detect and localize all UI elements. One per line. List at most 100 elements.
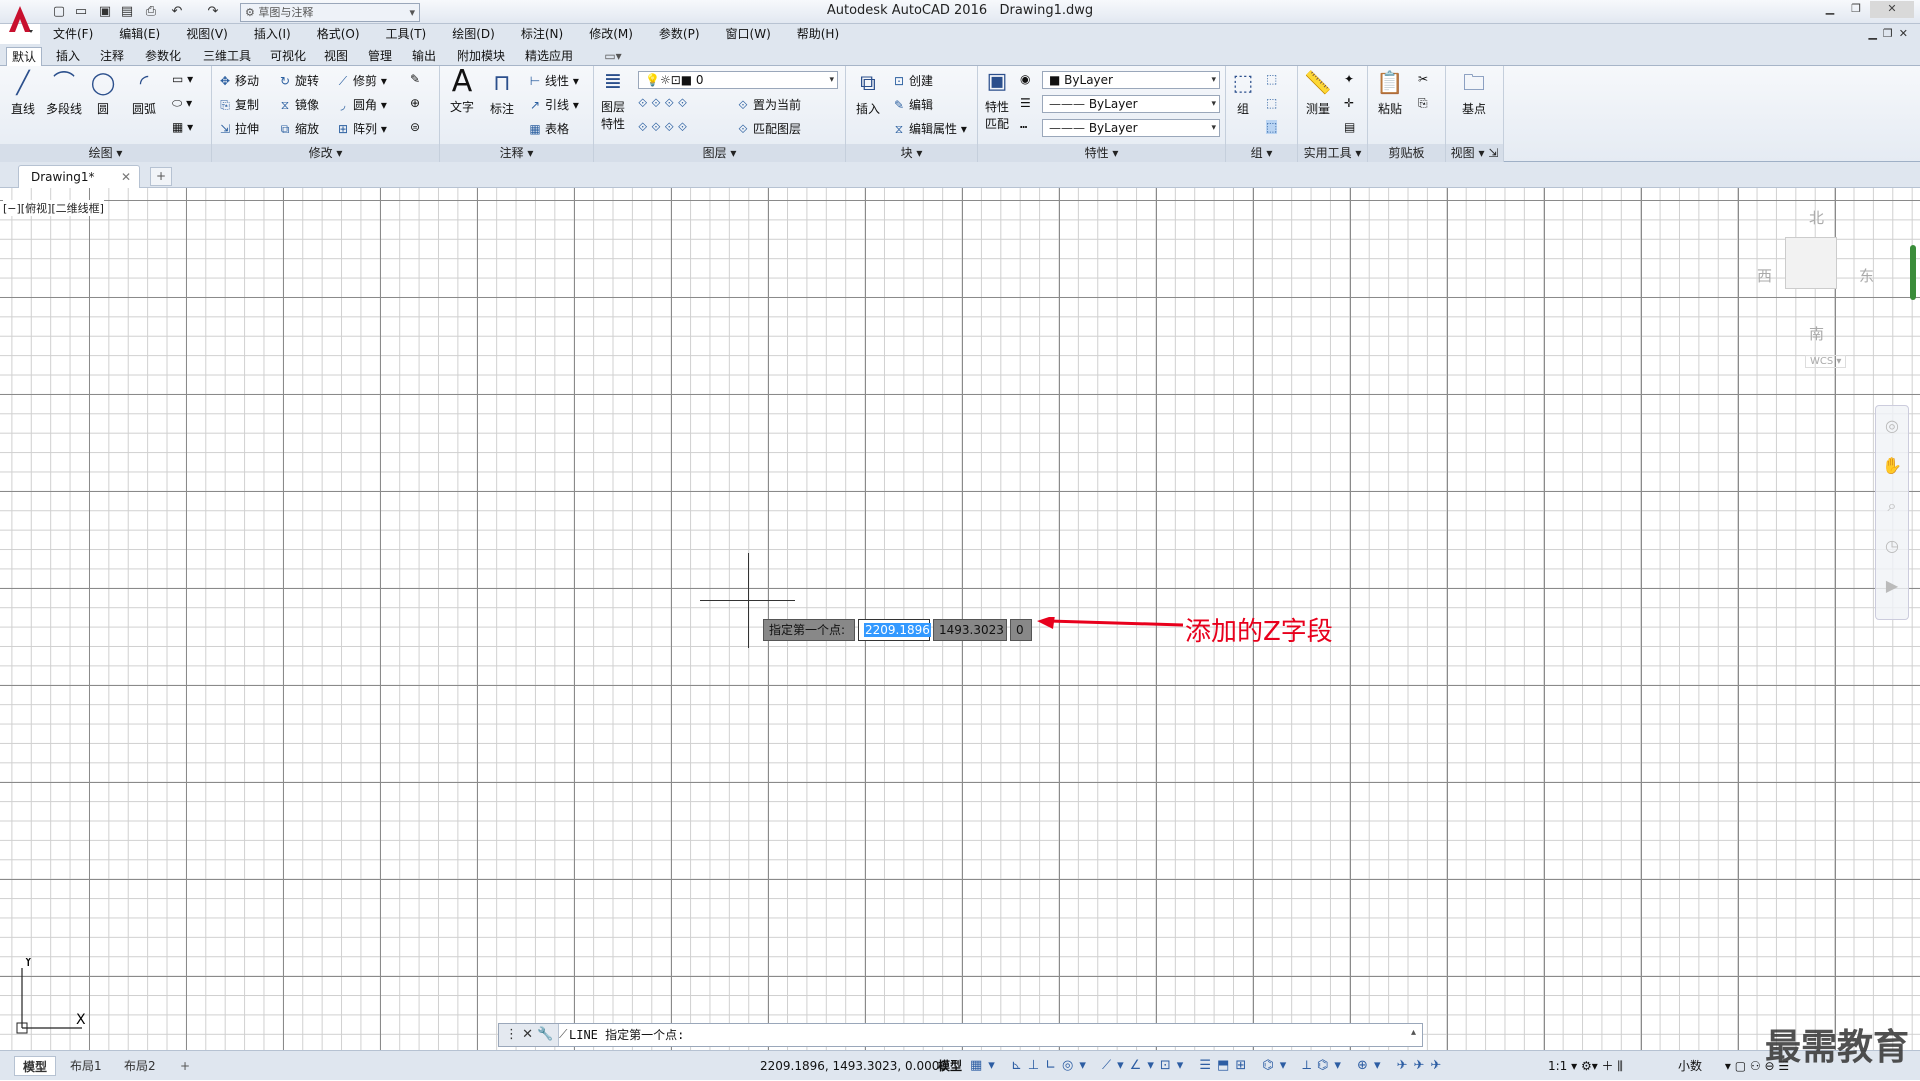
mirror-button[interactable]: ⧖ 镜像 [278, 96, 319, 113]
navigation-bar[interactable]: ◎ ✋ ⌕ ◷ ▶ [1875, 405, 1909, 620]
color-dropdown[interactable]: ■ ByLayer ▾ [1042, 71, 1220, 89]
menu-tools[interactable]: 工具(T) [373, 24, 440, 44]
tab-manage[interactable]: 管理 [362, 47, 398, 66]
menu-parametric[interactable]: 参数(P) [646, 24, 713, 44]
close-icon[interactable]: ✕ [522, 1027, 533, 1042]
viewport-controls-label[interactable]: [−][俯视][二维线框] [3, 200, 104, 216]
leader-button[interactable]: ↗ 引线 ▾ [528, 96, 579, 113]
edit-block-button[interactable]: ✎ 编辑 [892, 96, 933, 113]
panel-title-block[interactable]: 块 ▾ [846, 144, 977, 162]
panel-title-draw[interactable]: 绘图 ▾ [0, 144, 211, 162]
table-button[interactable]: ▦ 表格 [528, 120, 569, 137]
vertical-scroll-thumb[interactable] [1910, 245, 1916, 300]
layer-tools-row1[interactable]: ⟐ ⟐ ⟐ ⟐ [638, 96, 687, 111]
menu-help[interactable]: 帮助(H) [784, 24, 852, 44]
close-icon[interactable]: ✕ [121, 166, 131, 188]
dimension-button[interactable]: ⊓ 标注 [484, 70, 520, 117]
annotation-scale[interactable]: 1:1 ▾ ⚙▾ ＋ ⫼ [1548, 1051, 1623, 1081]
tab-view[interactable]: 视图 [318, 47, 354, 66]
command-line[interactable]: ⋮ ✕ 🔧 ⟋ LINE 指定第一个点: ▴ [498, 1023, 1423, 1047]
calculator-icon[interactable]: ▤ [1344, 120, 1355, 134]
tab-visualize[interactable]: 可视化 [264, 47, 312, 66]
tab-layout2[interactable]: 布局2 [116, 1056, 164, 1076]
layer-dropdown[interactable]: 💡☼⊡■ 0 ▾ [638, 71, 838, 89]
viewcube-north[interactable]: 北 [1809, 207, 1824, 228]
tab-output[interactable]: 输出 [406, 47, 442, 66]
tab-model[interactable]: 模型 [14, 1056, 57, 1076]
panel-title-annotation[interactable]: 注释 ▾ [440, 144, 593, 162]
menu-draw[interactable]: 绘图(D) [439, 24, 508, 44]
tab-layout1[interactable]: 布局1 [62, 1056, 110, 1076]
menu-dimension[interactable]: 标注(N) [508, 24, 576, 44]
panel-title-utilities[interactable]: 实用工具 ▾ [1298, 144, 1367, 162]
polyline-button[interactable]: ⌒ 多段线 [42, 70, 86, 117]
stretch-button[interactable]: ⇲ 拉伸 [218, 120, 259, 137]
edit-attr-button[interactable]: ⧖ 编辑属性 ▾ [892, 120, 967, 137]
rotate-button[interactable]: ↻ 旋转 [278, 72, 319, 89]
viewcube-south[interactable]: 南 [1809, 323, 1824, 344]
linear-button[interactable]: ⊢ 线性 ▾ [528, 72, 579, 89]
move-button[interactable]: ✥ 移动 [218, 72, 259, 89]
group-button[interactable]: ⬚ 组 [1228, 70, 1258, 117]
rectangle-icon[interactable]: ▭ ▾ [172, 72, 193, 86]
nav-tools-icon[interactable]: ◎ ✋ ⌕ ◷ ▶ [1876, 406, 1908, 606]
menu-insert[interactable]: 插入(I) [241, 24, 304, 44]
wcs-menu[interactable]: WCS ▾ [1805, 355, 1847, 368]
dynamic-input-x[interactable]: 2209.1896 [858, 619, 931, 641]
create-block-button[interactable]: ⊡ 创建 [892, 72, 933, 89]
ellipse-icon[interactable]: ⬭ ▾ [172, 96, 192, 111]
viewcube-west[interactable]: 西 [1757, 265, 1772, 286]
panel-title-view[interactable]: 视图 ▾ ⇲ [1446, 144, 1503, 162]
menu-format[interactable]: 格式(O) [304, 24, 373, 44]
document-window-controls[interactable]: ▁❐✕ [1868, 24, 1914, 44]
point-icon[interactable]: ✛ [1344, 96, 1354, 110]
menu-modify[interactable]: 修改(M) [576, 24, 646, 44]
array-button[interactable]: ⊞ 阵列 ▾ [336, 120, 387, 137]
trim-button[interactable]: ⟋ 修剪 ▾ [336, 72, 387, 89]
set-current-button[interactable]: ⟐ 置为当前 [736, 96, 801, 113]
tab-insert[interactable]: 插入 [50, 47, 86, 66]
ungroup-icon[interactable]: ⬚ [1266, 72, 1277, 86]
copy-button[interactable]: ⎘ 复制 [218, 96, 259, 113]
close-icon[interactable]: ✕ [1870, 1, 1914, 18]
layer-tools-row2[interactable]: ⟐ ⟐ ⟐ ⟐ [638, 120, 687, 135]
tab-drawing1[interactable]: Drawing1* ✕ [18, 165, 140, 188]
insert-button[interactable]: ⧉ 插入 [850, 70, 886, 117]
scale-button[interactable]: ⧉ 缩放 [278, 120, 319, 137]
group-select-icon[interactable]: ⬚ [1266, 120, 1278, 134]
offset-icon[interactable]: ⊜ [410, 120, 420, 134]
copy-clip-icon[interactable]: ⎘ [1418, 96, 1428, 111]
erase-icon[interactable]: ✎ [410, 72, 420, 86]
wrench-icon[interactable]: 🔧 [537, 1027, 553, 1042]
restore-icon[interactable]: ❐ [1844, 1, 1868, 18]
match-layer-button[interactable]: ⟐ 匹配图层 [736, 120, 801, 137]
text-button[interactable]: A 文字 [444, 67, 480, 115]
quick-select-icon[interactable]: ✦ [1344, 72, 1354, 86]
panel-title-groups[interactable]: 组 ▾ [1226, 144, 1297, 162]
panel-title-properties[interactable]: 特性 ▾ [978, 144, 1225, 162]
ribbon-options-icon[interactable]: ▭▾ [598, 47, 628, 66]
line-button[interactable]: ╱ 直线 [4, 70, 42, 117]
paste-button[interactable]: 📋 粘贴 [1372, 70, 1408, 117]
command-line-controls[interactable]: ⋮ ✕ 🔧 [499, 1024, 559, 1046]
linetype-dropdown[interactable]: ——— ByLayer ▾ [1042, 95, 1220, 113]
group-edit-icon[interactable]: ⬚ [1266, 96, 1277, 110]
linetype-icon[interactable]: ┅ [1020, 120, 1027, 134]
minimize-icon[interactable]: ▁ [1818, 1, 1842, 18]
match-properties-button[interactable]: ▣ 特性 匹配 [980, 68, 1014, 132]
tab-annotate[interactable]: 注释 [94, 47, 130, 66]
measure-button[interactable]: 📏 测量 [1300, 70, 1336, 117]
tab-3d-tools[interactable]: 三维工具 [196, 47, 258, 66]
dynamic-input-y[interactable]: 1493.3023 [933, 619, 1007, 641]
lineweight-icon[interactable]: ☰ [1020, 96, 1031, 110]
hatch-icon[interactable]: ▦ ▾ [172, 120, 193, 134]
menu-file[interactable]: 文件(F) [40, 24, 106, 44]
dynamic-input-z[interactable]: 0 [1010, 619, 1032, 641]
menu-window[interactable]: 窗口(W) [713, 24, 784, 44]
panel-title-layers[interactable]: 图层 ▾ [594, 144, 845, 162]
chevron-up-icon[interactable]: ▴ [1411, 1027, 1416, 1038]
circle-button[interactable]: ◯ 圆 [88, 70, 118, 117]
panel-title-modify[interactable]: 修改 ▾ [212, 144, 439, 162]
add-layout-icon[interactable]: + [172, 1056, 198, 1076]
explode-icon[interactable]: ⊕ [410, 96, 420, 110]
